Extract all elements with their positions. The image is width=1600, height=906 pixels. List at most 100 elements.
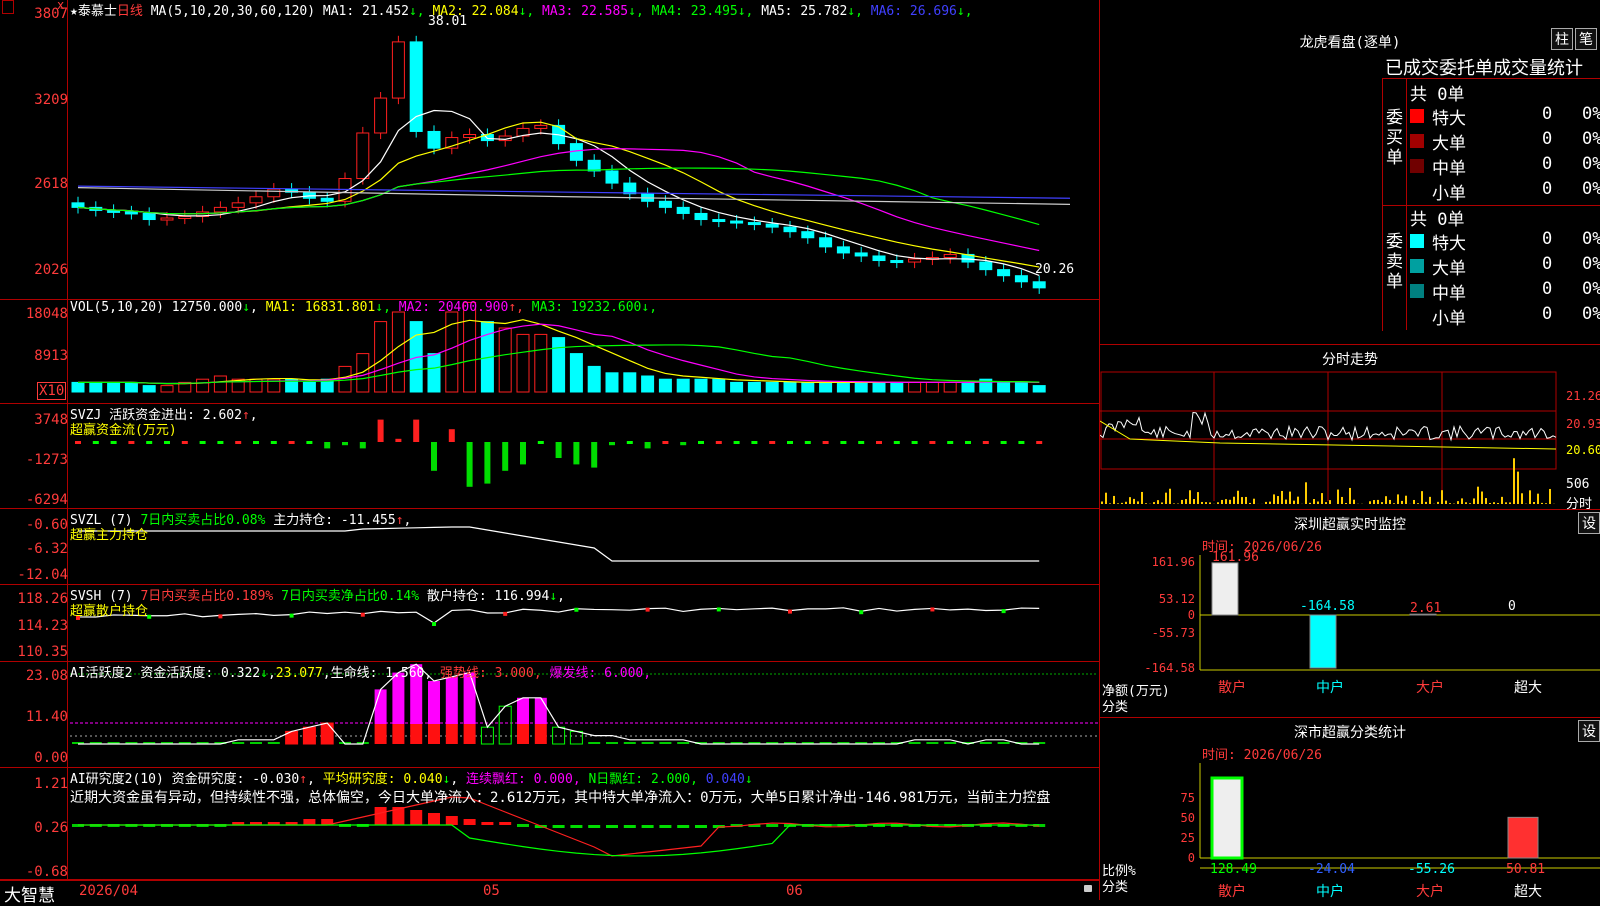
candle — [392, 42, 404, 98]
intraday-volume-bar — [1473, 498, 1475, 504]
sz-monitor-axis-label: 53.12 — [1159, 592, 1195, 606]
sz-class-value-label: -55.26 — [1408, 862, 1455, 877]
sz-monitor-chart[interactable]: 161.9653.120-55.73-164.58161.96散户-164.58… — [1100, 510, 1600, 718]
sell-side-label: 委卖单 — [1386, 232, 1404, 292]
x-axis-label: 2026/04 — [79, 883, 138, 899]
svzl-pane[interactable]: -0.60 -6.32 -12.04 SVZL (7) 7日内买卖占比0.08%… — [0, 509, 1100, 585]
activity-bar — [535, 698, 547, 724]
volume-bar — [428, 354, 440, 392]
activity-bar — [659, 742, 671, 744]
activity-bar — [553, 727, 565, 744]
bar-view-button[interactable]: 柱 — [1551, 28, 1573, 50]
ai-active-pane[interactable]: 23.08 11.40 0.00 AI活跃度2 资金活跃度: 0.322↓,23… — [0, 662, 1100, 768]
flow-dot — [128, 441, 134, 444]
intraday-chart[interactable] — [1100, 371, 1600, 510]
candle — [713, 220, 725, 222]
activity-bar — [677, 742, 689, 744]
lhb-title: 龙虎看盘(逐单) — [1100, 32, 1600, 52]
stock-name[interactable]: 泰慕士 — [78, 4, 117, 19]
sz-class-axis-label: 25 — [1181, 831, 1195, 845]
svzj-axis-label: 3748 — [0, 412, 68, 428]
volume-axis-label: 18048 — [0, 306, 68, 322]
volume-bar — [197, 379, 209, 392]
flow-dot — [289, 441, 295, 444]
ai-active-name: AI活跃度2 — [70, 666, 132, 681]
research-bar — [303, 819, 315, 825]
retail-marker — [1002, 609, 1006, 613]
period-label[interactable]: 日线 — [117, 4, 143, 19]
intraday-volume-bar — [1541, 503, 1543, 504]
price-pane[interactable]: x 3807 3209 2618 2026 ★泰慕士日线 MA(5,10,20,… — [0, 0, 1100, 300]
flow-dot — [217, 441, 223, 444]
intraday-volume-bar — [1189, 490, 1191, 504]
volume-bar — [535, 334, 547, 392]
volume-bar — [766, 382, 778, 392]
ai-research-pane[interactable]: 1.21 0.26 -0.68 AI研究度2(10) 资金研究度: -0.030… — [0, 768, 1100, 880]
svsh-pane[interactable]: 118.26 114.23 110.35 SVSH (7) 7日内买卖占比0.1… — [0, 585, 1100, 662]
intraday-volume-bar — [1225, 499, 1227, 504]
volume-bar — [606, 373, 618, 392]
candle — [143, 213, 155, 219]
intraday-axis-label: 20.93 — [1566, 417, 1600, 431]
intraday-volume-bar — [1193, 499, 1195, 504]
retail-marker — [432, 622, 436, 626]
app-logo[interactable]: 大智慧 — [4, 881, 55, 906]
flow-bar — [342, 442, 348, 445]
volume-bar — [517, 334, 529, 392]
volume-bar — [553, 338, 565, 392]
sz-monitor-category: 大户 — [1416, 679, 1444, 696]
intraday-volume-bar — [1501, 497, 1503, 504]
activity-bar — [570, 731, 582, 744]
sz-monitor-panel[interactable]: 深圳超赢实时监控 设 时间: 2026/06/26 161.9653.120-5… — [1100, 510, 1600, 718]
volume-unit[interactable]: X10 — [37, 382, 66, 400]
intraday-panel[interactable]: 分时走势 21.26 20.93 20.60 506 分时 — [1100, 345, 1600, 510]
volume-chart[interactable] — [70, 300, 1098, 404]
intraday-volume-bar — [1349, 488, 1351, 504]
ma-line — [78, 111, 1039, 276]
svzl-axis-label: -6.32 — [0, 541, 68, 557]
svzl-axis-label: -12.04 — [0, 567, 68, 583]
flow-dot — [983, 441, 989, 444]
order-view-button[interactable]: 笔 — [1575, 28, 1597, 50]
svzj-pane[interactable]: 3748 -1273 -6294 SVZJ 活跃资金进出: 2.602↑, 超赢… — [0, 404, 1100, 509]
volume-bar — [909, 382, 921, 392]
flow-bar — [378, 420, 384, 442]
volume-bar — [659, 379, 671, 392]
intraday-volume-bar — [1449, 503, 1451, 504]
svzj-value: 2.602 — [203, 408, 242, 423]
sz-class-panel[interactable]: 深市超赢分类统计 设 时间: 2026/06/26 7550250128.49散… — [1100, 718, 1600, 900]
activity-bar — [446, 677, 458, 724]
candle — [125, 212, 137, 214]
intraday-volume-bar — [1269, 502, 1271, 504]
intraday-title: 分时走势 — [1100, 349, 1600, 369]
intraday-volume-bar — [1173, 503, 1175, 504]
life-line-value: 1.560 — [385, 666, 424, 681]
activity-bar — [642, 742, 654, 744]
price-axis-label: 3209 — [0, 92, 68, 108]
research-bar — [464, 819, 476, 825]
flow-dot — [306, 441, 312, 444]
sz-class-chart[interactable]: 7550250128.49散户-24.04中户-55.26大户50.81超大 — [1100, 718, 1600, 900]
flow-dot — [912, 441, 918, 444]
intraday-volume-bar — [1161, 502, 1163, 504]
flow-dot — [698, 441, 704, 444]
research-bar — [695, 825, 707, 828]
activity-bar — [909, 742, 921, 744]
research-value: -0.030 — [252, 772, 299, 787]
intraday-volume-bar — [1521, 493, 1523, 504]
lock-icon[interactable] — [1084, 885, 1092, 892]
ma-legend-arrow: ↓, — [519, 4, 535, 19]
intraday-volume-bar — [1209, 502, 1211, 504]
flow-dot — [840, 441, 846, 444]
intraday-volume-bar — [1281, 491, 1283, 504]
intraday-volume-bar — [1421, 491, 1423, 504]
candlestick-chart[interactable] — [70, 0, 1098, 300]
red-streak-value: 0.000 — [534, 772, 573, 787]
sz-monitor-category: 中户 — [1316, 679, 1344, 696]
flow-bar — [449, 429, 455, 442]
flow-dot — [75, 441, 81, 444]
candle — [677, 207, 689, 213]
candle — [606, 171, 618, 183]
flow-dot — [538, 441, 544, 444]
volume-pane[interactable]: 18048 8913 X10 VOL(5,10,20) 12750.000↓, … — [0, 300, 1100, 404]
